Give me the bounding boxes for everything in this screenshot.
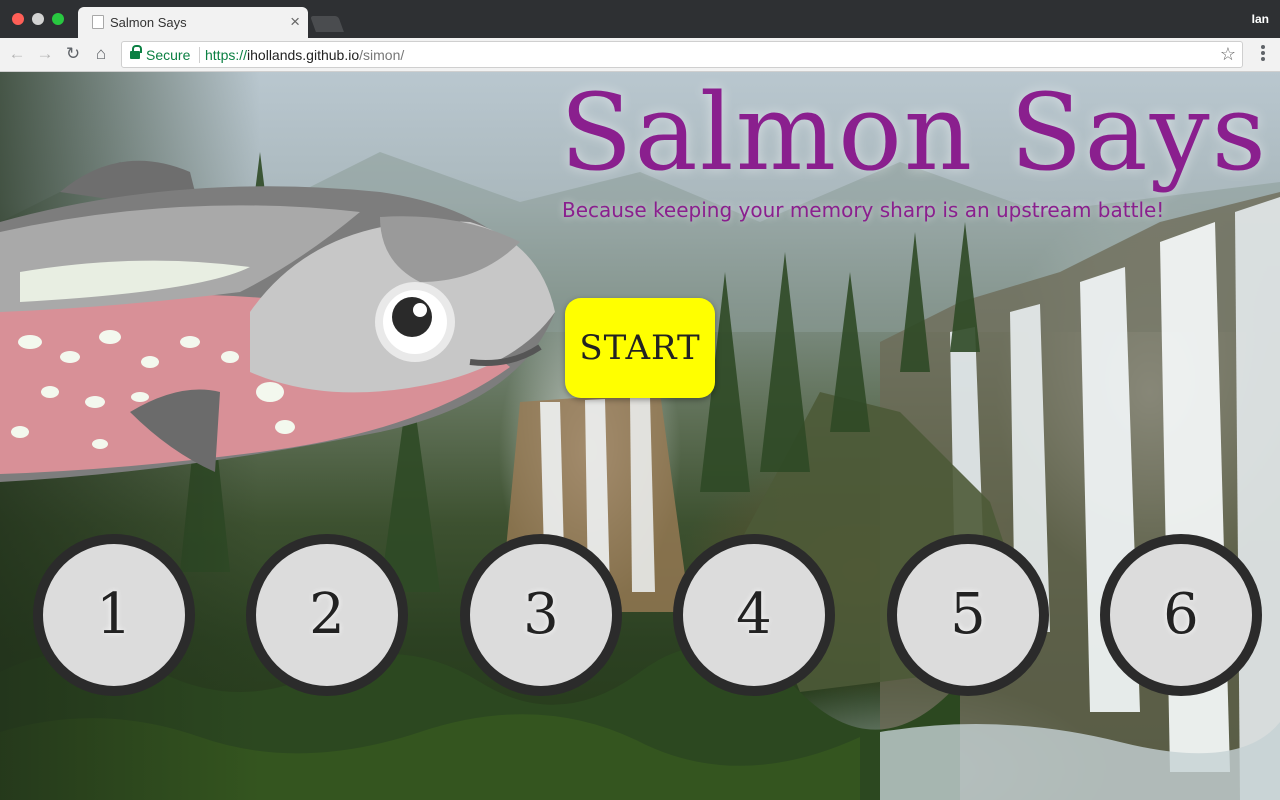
browser-titlebar: Salmon Says × Ian [0,0,1280,38]
new-tab-button[interactable] [310,16,344,32]
salmon-illustration [0,160,555,482]
pad-button-1[interactable]: 1 [33,534,195,696]
browser-tab[interactable]: Salmon Says × [78,7,308,38]
tab-close-icon[interactable]: × [290,12,300,32]
secure-label: Secure [146,47,191,63]
window-maximize-button[interactable] [52,13,64,25]
browser-menu-icon[interactable] [1256,45,1270,65]
bookmark-star-icon[interactable]: ☆ [1220,44,1236,65]
address-divider [199,47,200,63]
page-subtitle: Because keeping your memory sharp is an … [562,198,1165,222]
home-icon[interactable]: ⌂ [90,43,112,65]
lock-icon [130,45,142,60]
back-arrow-icon[interactable]: ← [6,43,28,65]
start-button[interactable]: START [565,298,715,398]
pad-button-2[interactable]: 2 [246,534,408,696]
page-favicon-icon [92,15,104,29]
reload-icon[interactable]: ↻ [62,43,84,65]
pad-button-5[interactable]: 5 [887,534,1049,696]
pad-button-3[interactable]: 3 [460,534,622,696]
profile-name[interactable]: Ian [1252,12,1269,26]
url-host: ihollands.github.io [247,47,360,63]
pad-button-6[interactable]: 6 [1100,534,1262,696]
address-bar[interactable]: Secure https://ihollands.github.io/simon… [121,41,1243,68]
page-title: Salmon Says [559,72,1268,194]
page-viewport: Salmon Says Because keeping your memory … [0,72,1280,800]
forward-arrow-icon[interactable]: → [34,43,56,65]
tab-title: Salmon Says [110,15,187,30]
pad-button-4[interactable]: 4 [673,534,835,696]
window-minimize-button[interactable] [32,13,44,25]
url-text[interactable]: https://ihollands.github.io/simon/ [205,47,404,63]
url-path: /simon/ [359,47,405,63]
url-scheme: https:// [205,47,248,63]
browser-toolbar: ← → ↻ ⌂ Secure https://ihollands.github.… [0,38,1280,72]
window-close-button[interactable] [12,13,24,25]
